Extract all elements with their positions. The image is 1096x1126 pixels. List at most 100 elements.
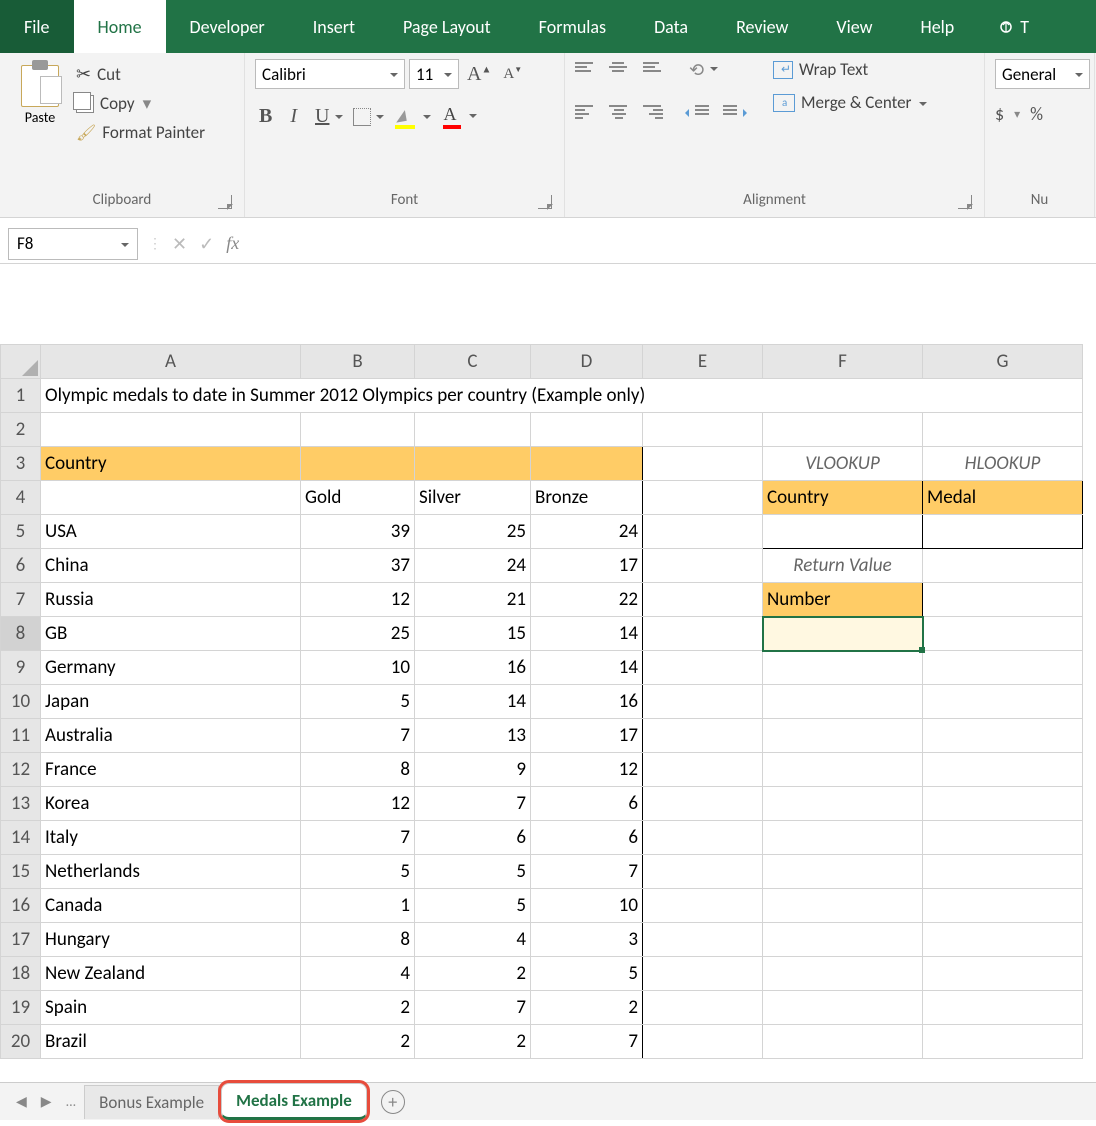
number-format-dropdown[interactable]: General: [995, 59, 1090, 89]
cell[interactable]: 16: [415, 651, 531, 685]
paste-button[interactable]: Paste: [10, 59, 70, 147]
active-cell[interactable]: [763, 617, 923, 651]
cell[interactable]: [41, 481, 301, 515]
cell[interactable]: Number: [763, 583, 923, 617]
underline-button[interactable]: U: [311, 103, 343, 130]
cell[interactable]: [763, 821, 923, 855]
row-header[interactable]: 17: [1, 923, 41, 957]
cell[interactable]: 14: [531, 617, 643, 651]
cell[interactable]: 15: [415, 617, 531, 651]
merge-center-button[interactable]: Merge & Center: [773, 92, 927, 113]
cell[interactable]: [643, 515, 763, 549]
cell[interactable]: [763, 787, 923, 821]
cell[interactable]: Italy: [41, 821, 301, 855]
cell[interactable]: Netherlands: [41, 855, 301, 889]
cell[interactable]: [643, 583, 763, 617]
cell[interactable]: Australia: [41, 719, 301, 753]
cell[interactable]: 4: [301, 957, 415, 991]
cell[interactable]: 8: [301, 923, 415, 957]
cell[interactable]: 5: [415, 855, 531, 889]
cell[interactable]: [923, 583, 1083, 617]
cell[interactable]: [923, 549, 1083, 583]
cell[interactable]: [923, 719, 1083, 753]
clipboard-dialog-launcher[interactable]: [218, 195, 232, 209]
col-header-E[interactable]: E: [643, 345, 763, 379]
tab-file[interactable]: File: [0, 0, 74, 53]
format-painter-button[interactable]: Format Painter: [74, 118, 207, 147]
cell[interactable]: [41, 413, 301, 447]
cell[interactable]: [643, 617, 763, 651]
cell[interactable]: 24: [415, 549, 531, 583]
copy-button[interactable]: Copy▾: [74, 89, 207, 118]
cell[interactable]: 7: [531, 1025, 643, 1059]
row-header[interactable]: 16: [1, 889, 41, 923]
row-header[interactable]: 1: [1, 379, 41, 413]
row-header[interactable]: 14: [1, 821, 41, 855]
cell[interactable]: [763, 1025, 923, 1059]
decrease-font-button[interactable]: A▼: [499, 63, 526, 85]
cell[interactable]: 2: [415, 1025, 531, 1059]
cell[interactable]: [643, 753, 763, 787]
font-size-dropdown[interactable]: 11: [409, 59, 459, 89]
row-header[interactable]: 20: [1, 1025, 41, 1059]
cell[interactable]: Russia: [41, 583, 301, 617]
cell[interactable]: Hungary: [41, 923, 301, 957]
fx-icon[interactable]: fx: [226, 233, 239, 254]
cell[interactable]: 10: [531, 889, 643, 923]
cell[interactable]: 24: [531, 515, 643, 549]
cell[interactable]: [643, 549, 763, 583]
cell[interactable]: [923, 753, 1083, 787]
row-header[interactable]: 5: [1, 515, 41, 549]
cell[interactable]: 8: [301, 753, 415, 787]
cell[interactable]: Spain: [41, 991, 301, 1025]
cell[interactable]: Canada: [41, 889, 301, 923]
orientation-button[interactable]: [689, 59, 704, 81]
border-button[interactable]: [353, 108, 371, 126]
cell[interactable]: [643, 923, 763, 957]
fill-color-button[interactable]: [391, 105, 419, 129]
cell[interactable]: 5: [301, 685, 415, 719]
bold-button[interactable]: B: [255, 103, 276, 130]
cell[interactable]: 37: [301, 549, 415, 583]
sheet-tab-bonus[interactable]: Bonus Example: [84, 1085, 219, 1119]
cell[interactable]: 16: [531, 685, 643, 719]
row-header[interactable]: 19: [1, 991, 41, 1025]
cell[interactable]: Country: [41, 447, 301, 481]
align-top-button[interactable]: [575, 62, 595, 78]
cell[interactable]: [763, 413, 923, 447]
col-header-F[interactable]: F: [763, 345, 923, 379]
increase-font-button[interactable]: A▲: [463, 61, 495, 88]
cell[interactable]: VLOOKUP: [763, 447, 923, 481]
cell[interactable]: [923, 1025, 1083, 1059]
cell[interactable]: [923, 889, 1083, 923]
cell[interactable]: 7: [301, 719, 415, 753]
cell[interactable]: [763, 889, 923, 923]
cell[interactable]: [643, 719, 763, 753]
align-middle-button[interactable]: [609, 62, 629, 78]
col-header-A[interactable]: A: [41, 345, 301, 379]
tab-home[interactable]: Home: [74, 0, 166, 53]
sheet-nav-next[interactable]: ▶: [35, 1089, 58, 1114]
row-header[interactable]: 11: [1, 719, 41, 753]
font-color-button[interactable]: A: [439, 104, 465, 129]
row-header[interactable]: 8: [1, 617, 41, 651]
cell[interactable]: [923, 413, 1083, 447]
cell[interactable]: New Zealand: [41, 957, 301, 991]
align-right-button[interactable]: [643, 105, 663, 121]
cell[interactable]: [923, 651, 1083, 685]
cell[interactable]: 7: [415, 991, 531, 1025]
cell[interactable]: [923, 685, 1083, 719]
cell[interactable]: 12: [301, 787, 415, 821]
cell[interactable]: [923, 617, 1083, 651]
cell[interactable]: [643, 787, 763, 821]
tab-help[interactable]: Help: [896, 0, 978, 53]
formula-input[interactable]: [249, 228, 1088, 260]
cell[interactable]: 5: [301, 855, 415, 889]
cell[interactable]: Brazil: [41, 1025, 301, 1059]
tab-review[interactable]: Review: [712, 0, 812, 53]
alignment-dialog-launcher[interactable]: [958, 195, 972, 209]
cell[interactable]: 6: [415, 821, 531, 855]
cell[interactable]: Germany: [41, 651, 301, 685]
cell[interactable]: [643, 855, 763, 889]
percent-button[interactable]: %: [1030, 103, 1043, 125]
